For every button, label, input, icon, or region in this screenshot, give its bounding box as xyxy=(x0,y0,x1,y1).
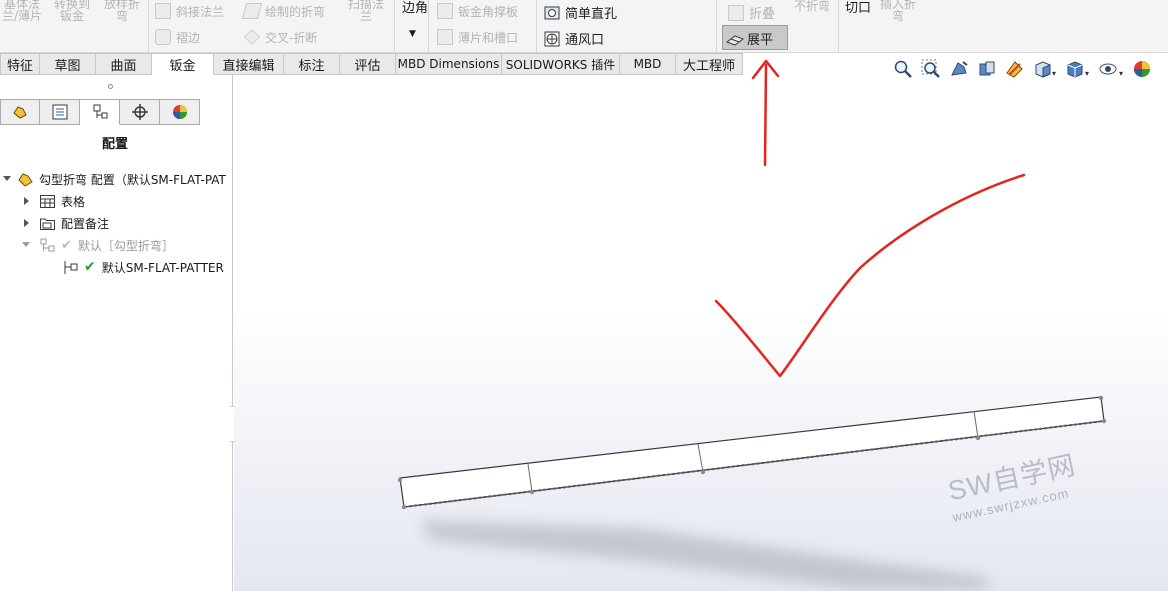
red-annotation-checkmark xyxy=(714,173,1026,378)
part-shadow xyxy=(420,520,990,590)
red-annotation-arrow xyxy=(751,59,780,167)
